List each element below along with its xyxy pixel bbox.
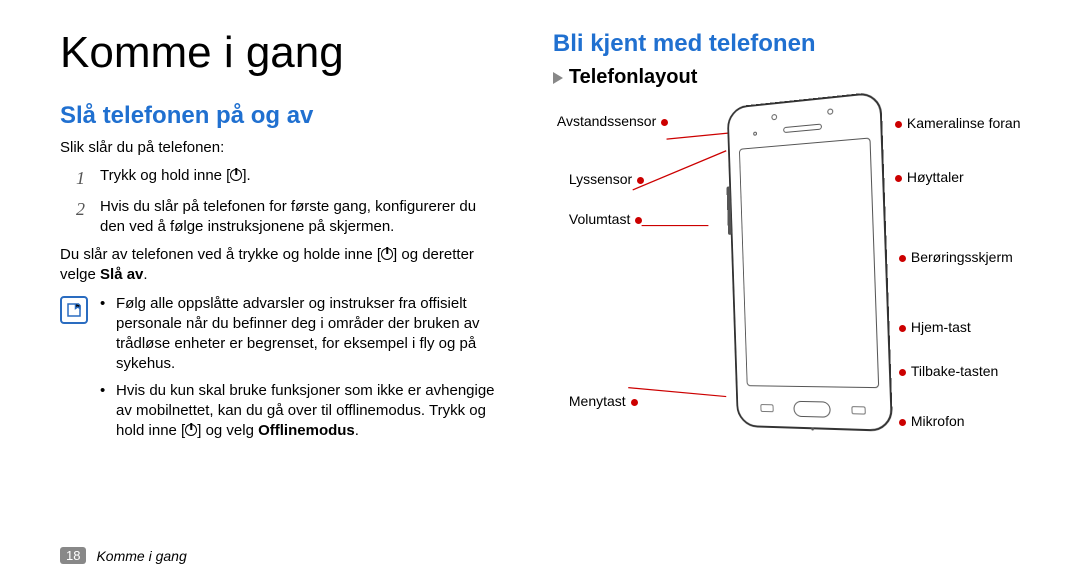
step-number-2: 2 (76, 197, 90, 238)
note2-c: . (355, 422, 359, 439)
label-speaker: Høyttaler (907, 169, 964, 185)
subheading-layout: Telefonlayout (553, 66, 1020, 89)
step1-text-b: ]. (242, 167, 250, 184)
label-back: Tilbake-tasten (911, 363, 998, 379)
phone-diagram: Avstandssensor Lyssensor Volumtast Menyt… (557, 99, 1020, 459)
section-heading-power: Slå telefonen på og av (60, 102, 505, 130)
label-light: Lyssensor (569, 171, 632, 187)
step-1: 1 Trykk og hold inne []. (76, 166, 505, 190)
note2-bold: Offlinemodus (258, 422, 355, 439)
step2-text: Hvis du slår på telefonen for første gan… (100, 197, 505, 238)
left-column: Slå telefonen på og av Slik slår du på t… (60, 102, 505, 459)
step-2: 2 Hvis du slår på telefonen for første g… (76, 197, 505, 238)
note-bullet-2: • Hvis du kun skal bruke funksjoner som … (100, 381, 505, 442)
right-column: Bli kjent med telefonen Telefonlayout (553, 102, 1020, 459)
step-number-1: 1 (76, 166, 90, 190)
power-icon (185, 424, 197, 436)
page-footer: 18 Komme i gang (60, 547, 187, 564)
label-home: Hjem-tast (911, 319, 971, 335)
power-icon (230, 169, 242, 181)
off-bold: Slå av (100, 266, 143, 283)
note1-text: Følg alle oppslåtte advarsler og instruk… (116, 294, 505, 375)
note-icon (60, 296, 88, 324)
intro-text: Slik slår du på telefonen: (60, 138, 505, 158)
off-a: Du slår av telefonen ved å trykke og hol… (60, 246, 381, 263)
page-number: 18 (60, 547, 86, 564)
subheading-text: Telefonlayout (569, 66, 698, 89)
label-proximity: Avstandssensor (557, 113, 656, 129)
section-heading-phone: Bli kjent med telefonen (553, 30, 1020, 58)
chevron-right-icon (553, 72, 563, 84)
label-camera: Kameralinse foran (907, 115, 1021, 131)
label-touch: Berøringsskjerm (911, 249, 1013, 265)
power-icon (381, 248, 393, 260)
label-volume: Volumtast (569, 211, 630, 227)
note-bullet-1: • Følg alle oppslåtte advarsler og instr… (100, 294, 505, 375)
note2-b: ] og velg (197, 422, 258, 439)
step1-text-a: Trykk og hold inne [ (100, 167, 230, 184)
label-mic: Mikrofon (911, 413, 965, 429)
off-c: . (143, 266, 147, 283)
turn-off-text: Du slår av telefonen ved å trykke og hol… (60, 245, 505, 286)
phone-body-illustration (726, 91, 893, 432)
label-menu: Menytast (569, 393, 626, 409)
footer-chapter: Komme i gang (96, 548, 186, 564)
